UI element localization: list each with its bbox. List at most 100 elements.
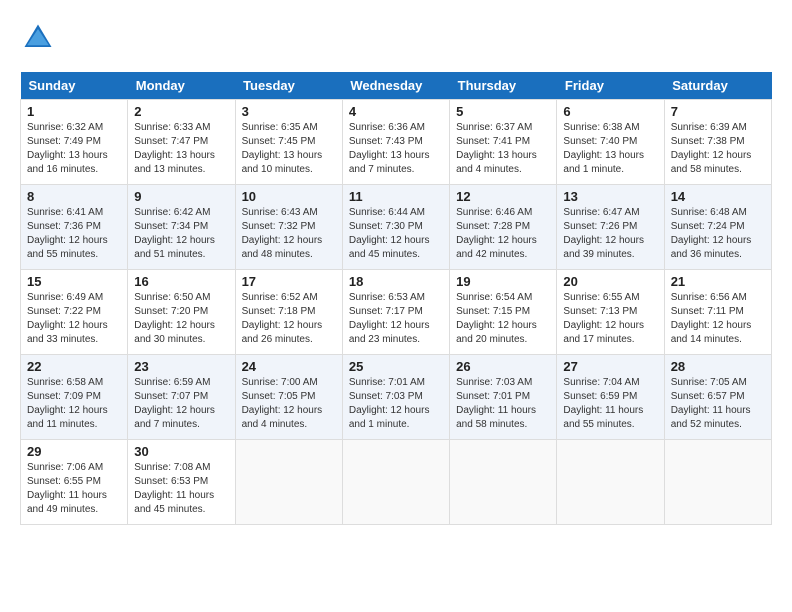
calendar-cell: 22 Sunrise: 6:58 AM Sunset: 7:09 PM Dayli… <box>21 355 128 440</box>
day-number: 19 <box>456 274 550 289</box>
calendar-cell: 29 Sunrise: 7:06 AM Sunset: 6:55 PM Dayli… <box>21 440 128 525</box>
day-details: Sunrise: 6:42 AM Sunset: 7:34 PM Dayligh… <box>134 206 228 262</box>
day-details: Sunrise: 6:46 AM Sunset: 7:28 PM Dayligh… <box>456 206 550 262</box>
day-header-friday: Friday <box>557 72 664 100</box>
day-header-saturday: Saturday <box>664 72 771 100</box>
day-number: 21 <box>671 274 765 289</box>
day-number: 10 <box>242 189 336 204</box>
calendar-cell: 16 Sunrise: 6:50 AM Sunset: 7:20 PM Dayli… <box>128 270 235 355</box>
day-details: Sunrise: 7:00 AM Sunset: 7:05 PM Dayligh… <box>242 376 336 432</box>
day-details: Sunrise: 6:41 AM Sunset: 7:36 PM Dayligh… <box>27 206 121 262</box>
calendar-cell: 12 Sunrise: 6:46 AM Sunset: 7:28 PM Dayli… <box>450 185 557 270</box>
day-number: 12 <box>456 189 550 204</box>
day-details: Sunrise: 6:52 AM Sunset: 7:18 PM Dayligh… <box>242 291 336 347</box>
day-header-sunday: Sunday <box>21 72 128 100</box>
day-number: 8 <box>27 189 121 204</box>
calendar-cell: 10 Sunrise: 6:43 AM Sunset: 7:32 PM Dayli… <box>235 185 342 270</box>
day-number: 15 <box>27 274 121 289</box>
day-number: 25 <box>349 359 443 374</box>
calendar-cell: 25 Sunrise: 7:01 AM Sunset: 7:03 PM Dayli… <box>342 355 449 440</box>
calendar-week-row: 1 Sunrise: 6:32 AM Sunset: 7:49 PM Daylig… <box>21 100 772 185</box>
day-number: 24 <box>242 359 336 374</box>
day-details: Sunrise: 7:06 AM Sunset: 6:55 PM Dayligh… <box>27 461 121 517</box>
calendar-cell: 13 Sunrise: 6:47 AM Sunset: 7:26 PM Dayli… <box>557 185 664 270</box>
day-details: Sunrise: 6:47 AM Sunset: 7:26 PM Dayligh… <box>563 206 657 262</box>
day-number: 16 <box>134 274 228 289</box>
logo-icon <box>20 20 56 56</box>
days-header-row: SundayMondayTuesdayWednesdayThursdayFrid… <box>21 72 772 100</box>
day-number: 26 <box>456 359 550 374</box>
day-details: Sunrise: 6:39 AM Sunset: 7:38 PM Dayligh… <box>671 121 765 177</box>
day-details: Sunrise: 7:03 AM Sunset: 7:01 PM Dayligh… <box>456 376 550 432</box>
calendar-week-row: 22 Sunrise: 6:58 AM Sunset: 7:09 PM Dayli… <box>21 355 772 440</box>
day-details: Sunrise: 6:50 AM Sunset: 7:20 PM Dayligh… <box>134 291 228 347</box>
day-details: Sunrise: 6:59 AM Sunset: 7:07 PM Dayligh… <box>134 376 228 432</box>
calendar-cell: 4Sunrise: 6:36 AM Sunset: 7:43 PM Daylig… <box>342 100 449 185</box>
calendar-cell: 21 Sunrise: 6:56 AM Sunset: 7:11 PM Dayli… <box>664 270 771 355</box>
day-details: Sunrise: 6:33 AM Sunset: 7:47 PM Dayligh… <box>134 121 228 177</box>
day-number: 18 <box>349 274 443 289</box>
day-details: Sunrise: 6:54 AM Sunset: 7:15 PM Dayligh… <box>456 291 550 347</box>
day-number: 3 <box>242 104 336 119</box>
day-details: Sunrise: 6:43 AM Sunset: 7:32 PM Dayligh… <box>242 206 336 262</box>
calendar-week-row: 15 Sunrise: 6:49 AM Sunset: 7:22 PM Dayli… <box>21 270 772 355</box>
calendar-cell: 5Sunrise: 6:37 AM Sunset: 7:41 PM Daylig… <box>450 100 557 185</box>
calendar-cell: 3 Sunrise: 6:35 AM Sunset: 7:45 PM Daylig… <box>235 100 342 185</box>
day-number: 14 <box>671 189 765 204</box>
day-number: 27 <box>563 359 657 374</box>
calendar-cell: 18 Sunrise: 6:53 AM Sunset: 7:17 PM Dayli… <box>342 270 449 355</box>
calendar-cell: 27 Sunrise: 7:04 AM Sunset: 6:59 PM Dayli… <box>557 355 664 440</box>
day-header-thursday: Thursday <box>450 72 557 100</box>
day-details: Sunrise: 6:56 AM Sunset: 7:11 PM Dayligh… <box>671 291 765 347</box>
calendar-cell: 9Sunrise: 6:42 AM Sunset: 7:34 PM Daylig… <box>128 185 235 270</box>
day-details: Sunrise: 6:58 AM Sunset: 7:09 PM Dayligh… <box>27 376 121 432</box>
calendar-cell: 20Sunrise: 6:55 AM Sunset: 7:13 PM Dayli… <box>557 270 664 355</box>
logo <box>20 20 62 56</box>
day-number: 11 <box>349 189 443 204</box>
day-details: Sunrise: 6:35 AM Sunset: 7:45 PM Dayligh… <box>242 121 336 177</box>
day-header-tuesday: Tuesday <box>235 72 342 100</box>
day-details: Sunrise: 6:49 AM Sunset: 7:22 PM Dayligh… <box>27 291 121 347</box>
day-details: Sunrise: 7:05 AM Sunset: 6:57 PM Dayligh… <box>671 376 765 432</box>
calendar-cell: 23 Sunrise: 6:59 AM Sunset: 7:07 PM Dayli… <box>128 355 235 440</box>
day-number: 29 <box>27 444 121 459</box>
day-number: 6 <box>563 104 657 119</box>
calendar-cell <box>342 440 449 525</box>
day-details: Sunrise: 7:08 AM Sunset: 6:53 PM Dayligh… <box>134 461 228 517</box>
calendar-cell: 14 Sunrise: 6:48 AM Sunset: 7:24 PM Dayli… <box>664 185 771 270</box>
day-details: Sunrise: 6:48 AM Sunset: 7:24 PM Dayligh… <box>671 206 765 262</box>
calendar-cell <box>450 440 557 525</box>
day-details: Sunrise: 6:32 AM Sunset: 7:49 PM Dayligh… <box>27 121 121 177</box>
day-details: Sunrise: 7:01 AM Sunset: 7:03 PM Dayligh… <box>349 376 443 432</box>
day-number: 7 <box>671 104 765 119</box>
calendar-cell: 28 Sunrise: 7:05 AM Sunset: 6:57 PM Dayli… <box>664 355 771 440</box>
calendar-cell: 17 Sunrise: 6:52 AM Sunset: 7:18 PM Dayli… <box>235 270 342 355</box>
day-number: 23 <box>134 359 228 374</box>
day-number: 22 <box>27 359 121 374</box>
calendar-cell: 30 Sunrise: 7:08 AM Sunset: 6:53 PM Dayli… <box>128 440 235 525</box>
calendar-cell: 8 Sunrise: 6:41 AM Sunset: 7:36 PM Daylig… <box>21 185 128 270</box>
calendar-cell <box>235 440 342 525</box>
day-number: 30 <box>134 444 228 459</box>
calendar-cell: 24 Sunrise: 7:00 AM Sunset: 7:05 PM Dayli… <box>235 355 342 440</box>
calendar-table: SundayMondayTuesdayWednesdayThursdayFrid… <box>20 72 772 525</box>
day-details: Sunrise: 6:44 AM Sunset: 7:30 PM Dayligh… <box>349 206 443 262</box>
day-number: 1 <box>27 104 121 119</box>
calendar-cell: 6Sunrise: 6:38 AM Sunset: 7:40 PM Daylig… <box>557 100 664 185</box>
day-number: 20 <box>563 274 657 289</box>
calendar-cell: 19 Sunrise: 6:54 AM Sunset: 7:15 PM Dayli… <box>450 270 557 355</box>
day-number: 28 <box>671 359 765 374</box>
day-number: 13 <box>563 189 657 204</box>
calendar-week-row: 8 Sunrise: 6:41 AM Sunset: 7:36 PM Daylig… <box>21 185 772 270</box>
day-details: Sunrise: 6:36 AM Sunset: 7:43 PM Dayligh… <box>349 121 443 177</box>
calendar-cell: 2Sunrise: 6:33 AM Sunset: 7:47 PM Daylig… <box>128 100 235 185</box>
day-details: Sunrise: 7:04 AM Sunset: 6:59 PM Dayligh… <box>563 376 657 432</box>
calendar-cell: 1 Sunrise: 6:32 AM Sunset: 7:49 PM Daylig… <box>21 100 128 185</box>
day-number: 17 <box>242 274 336 289</box>
calendar-week-row: 29 Sunrise: 7:06 AM Sunset: 6:55 PM Dayli… <box>21 440 772 525</box>
calendar-cell: 26 Sunrise: 7:03 AM Sunset: 7:01 PM Dayli… <box>450 355 557 440</box>
day-details: Sunrise: 6:53 AM Sunset: 7:17 PM Dayligh… <box>349 291 443 347</box>
day-header-wednesday: Wednesday <box>342 72 449 100</box>
day-number: 5 <box>456 104 550 119</box>
calendar-cell: 7 Sunrise: 6:39 AM Sunset: 7:38 PM Daylig… <box>664 100 771 185</box>
